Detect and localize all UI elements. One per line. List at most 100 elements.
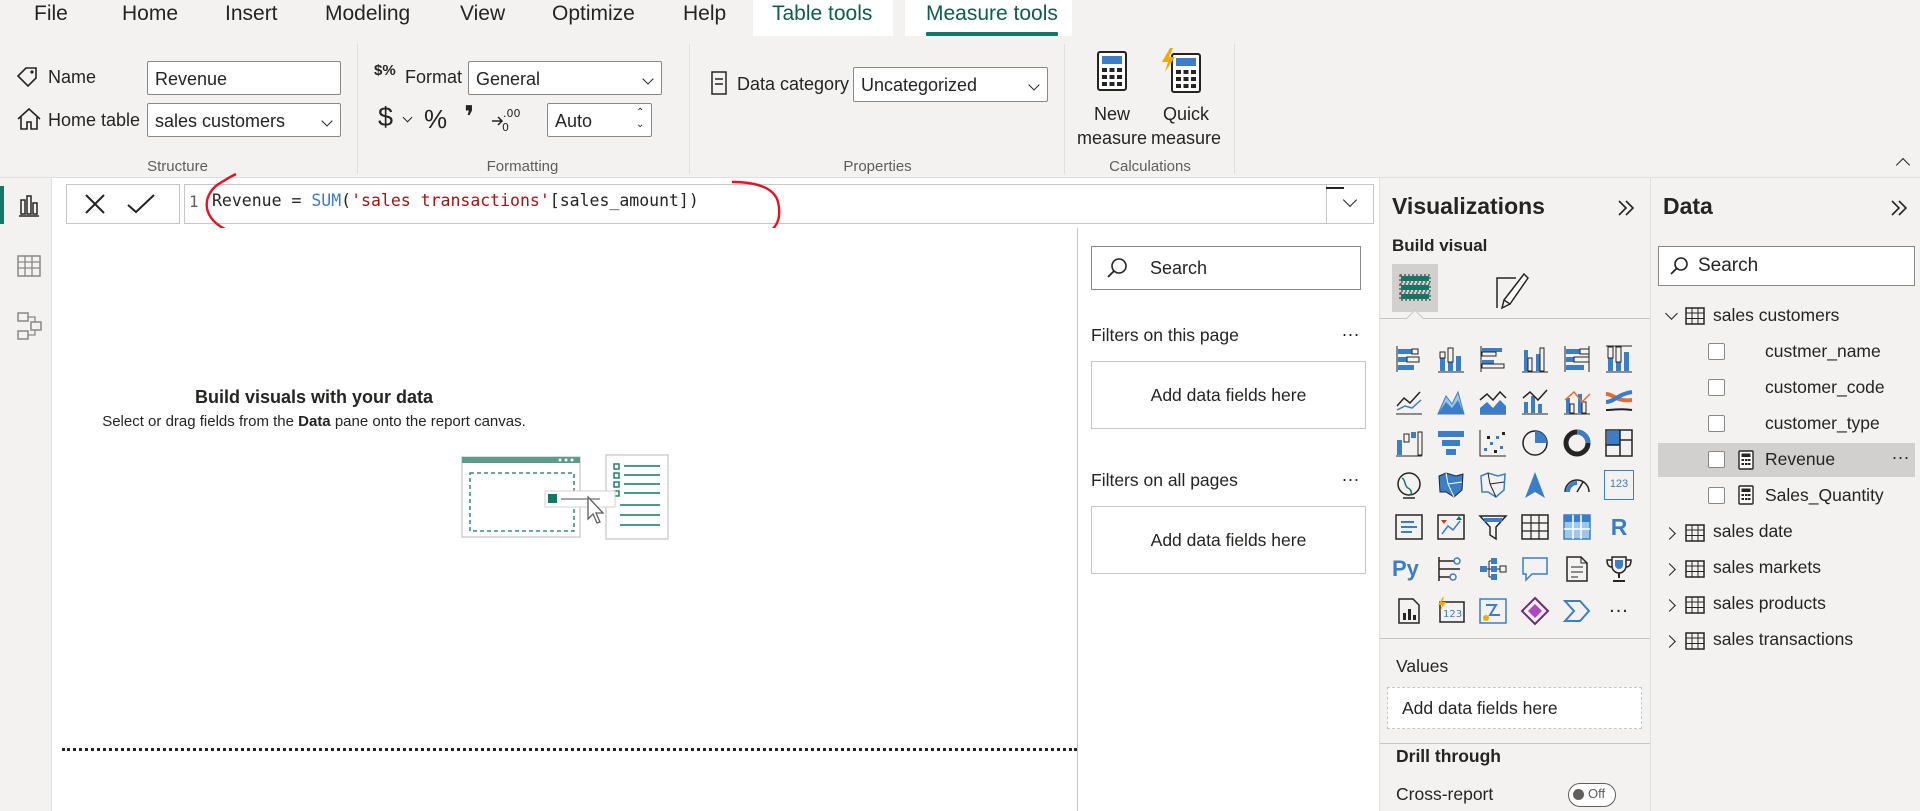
kpi-icon[interactable] <box>1436 512 1466 542</box>
table-view-icon[interactable] <box>17 254 41 283</box>
power-apps-icon[interactable] <box>1520 596 1550 626</box>
r-script-visual-icon[interactable]: R <box>1604 512 1634 542</box>
metrics-icon[interactable]: 123 <box>1436 596 1466 626</box>
card-icon[interactable]: 123 <box>1604 470 1634 500</box>
scatter-chart-icon[interactable] <box>1478 428 1508 458</box>
format-dropdown[interactable]: General <box>468 61 662 95</box>
field-checkbox[interactable] <box>1708 487 1725 504</box>
menu-file[interactable]: File <box>34 0 68 36</box>
100-stacked-bar-chart-icon[interactable] <box>1562 344 1592 374</box>
name-input[interactable]: Revenue <box>147 61 341 95</box>
decimal-places-icon[interactable]: .00 0 <box>490 106 521 137</box>
stacked-bar-chart-icon[interactable] <box>1394 344 1424 374</box>
field-item-selected[interactable]: Revenue ... <box>1658 443 1915 477</box>
commit-icon[interactable] <box>126 193 156 220</box>
report-canvas[interactable]: Build visuals with your data Select or d… <box>60 228 1077 811</box>
divider <box>1380 743 1651 744</box>
field-checkbox[interactable] <box>1708 415 1725 432</box>
menu-insert[interactable]: Insert <box>225 0 278 36</box>
expand-formula-icon[interactable] <box>1342 192 1358 208</box>
menu-table-tools[interactable]: Table tools <box>772 0 872 36</box>
qa-visual-icon[interactable] <box>1520 554 1550 584</box>
filters-search-placeholder: Search <box>1150 258 1208 278</box>
key-influencers-icon[interactable] <box>1436 554 1466 584</box>
data-pane-title: Data <box>1663 193 1713 219</box>
azure-map-icon[interactable] <box>1520 470 1550 500</box>
more-visuals-button[interactable]: ... <box>1604 594 1634 624</box>
donut-chart-icon[interactable] <box>1562 428 1592 458</box>
power-automate-icon[interactable] <box>1478 596 1508 626</box>
chevron-right-icon[interactable] <box>1663 599 1676 612</box>
filled-map-icon[interactable] <box>1436 470 1466 500</box>
model-view-icon[interactable] <box>17 312 43 345</box>
menu-home[interactable]: Home <box>122 0 178 36</box>
currency-button[interactable]: $ <box>378 102 393 133</box>
values-drop-well[interactable]: Add data fields here <box>1387 687 1642 729</box>
chevron-right-icon[interactable] <box>1663 635 1676 648</box>
clustered-bar-chart-icon[interactable] <box>1478 344 1508 374</box>
funnel-chart-icon[interactable] <box>1436 428 1466 458</box>
shape-map-icon[interactable] <box>1478 470 1508 500</box>
menu-optimize[interactable]: Optimize <box>552 0 635 36</box>
field-checkbox[interactable] <box>1708 379 1725 396</box>
quick-measure-button[interactable]: Quick measure <box>1146 102 1226 150</box>
home-table-dropdown[interactable]: sales customers <box>147 103 341 137</box>
format-visual-icon[interactable] <box>1494 270 1530 315</box>
build-visual-tab[interactable] <box>1392 264 1438 312</box>
chevron-right-icon[interactable] <box>1663 527 1676 540</box>
filters-page-drop[interactable]: Add data fields here <box>1091 361 1366 429</box>
spinner-icon[interactable]: ⌃ ⌄ <box>636 107 644 131</box>
field-checkbox[interactable] <box>1708 451 1725 468</box>
data-search-input[interactable]: Search <box>1658 246 1915 286</box>
quick-measure-icon[interactable] <box>1160 48 1202 99</box>
python-visual-icon[interactable]: Py <box>1392 554 1426 584</box>
menu-view[interactable]: View <box>460 0 505 36</box>
matrix-icon[interactable] <box>1562 512 1592 542</box>
collapse-pane-icon[interactable] <box>1616 198 1636 223</box>
menu-help[interactable]: Help <box>683 0 726 36</box>
data-category-dropdown[interactable]: Uncategorized <box>853 67 1048 102</box>
calculator-icon[interactable] <box>1096 50 1128 97</box>
page-boundary <box>62 748 1077 751</box>
clustered-column-chart-icon[interactable] <box>1520 344 1550 374</box>
menu-measure-tools[interactable]: Measure tools <box>926 0 1058 36</box>
new-measure-button[interactable]: New measure <box>1074 102 1150 150</box>
line-and-clustered-column-icon[interactable] <box>1562 386 1592 416</box>
table-icon[interactable] <box>1520 512 1550 542</box>
table-icon <box>1685 560 1705 578</box>
smart-narrative-icon[interactable] <box>1562 554 1592 584</box>
field-checkbox[interactable] <box>1708 343 1725 360</box>
filters-search-input[interactable]: Search <box>1091 246 1361 290</box>
line-and-stacked-column-icon[interactable] <box>1520 386 1550 416</box>
map-icon[interactable] <box>1394 470 1424 500</box>
filters-page-more[interactable]: ... <box>1342 320 1360 341</box>
line-chart-icon[interactable] <box>1394 386 1424 416</box>
goals-trophy-icon[interactable] <box>1604 554 1634 584</box>
cancel-icon[interactable] <box>83 192 107 221</box>
cross-report-toggle[interactable]: Off <box>1568 783 1616 807</box>
100-stacked-column-chart-icon[interactable] <box>1604 344 1634 374</box>
chevron-right-icon[interactable] <box>1663 563 1676 576</box>
treemap-icon[interactable] <box>1604 428 1634 458</box>
chevron-down-icon[interactable] <box>1665 307 1678 320</box>
filters-all-more[interactable]: ... <box>1342 465 1360 486</box>
power-automate-flow-icon[interactable] <box>1562 596 1592 626</box>
multi-row-card-icon[interactable] <box>1394 512 1424 542</box>
gauge-icon[interactable] <box>1562 470 1592 500</box>
menu-modeling[interactable]: Modeling <box>325 0 410 36</box>
paginated-report-icon[interactable] <box>1394 596 1424 626</box>
filters-all-drop[interactable]: Add data fields here <box>1091 506 1366 574</box>
collapse-pane-icon[interactable] <box>1889 198 1909 223</box>
decomposition-tree-icon[interactable] <box>1478 554 1508 584</box>
stacked-column-chart-icon[interactable] <box>1436 344 1466 374</box>
report-view-icon[interactable] <box>17 194 41 223</box>
pie-chart-icon[interactable] <box>1520 428 1550 458</box>
comma-button[interactable]: ❜ <box>464 100 474 135</box>
field-more-options[interactable]: ... <box>1892 443 1910 464</box>
area-chart-icon[interactable] <box>1436 386 1466 416</box>
ribbon-chart-icon[interactable] <box>1604 386 1634 416</box>
waterfall-chart-icon[interactable] <box>1394 428 1424 458</box>
percent-button[interactable]: % <box>424 104 447 135</box>
stacked-area-chart-icon[interactable] <box>1478 386 1508 416</box>
slicer-icon[interactable] <box>1478 512 1508 542</box>
